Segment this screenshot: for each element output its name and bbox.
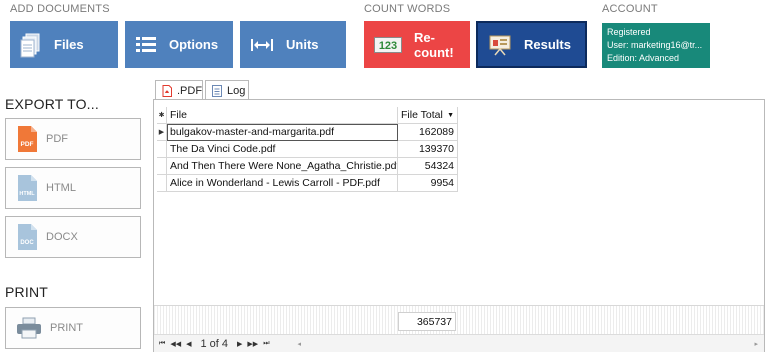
scroll-right-icon[interactable]: ▸ bbox=[754, 340, 758, 348]
row-indicator-header[interactable]: ✱ bbox=[157, 107, 167, 124]
options-button[interactable]: Options bbox=[125, 21, 233, 68]
file-total-cell[interactable]: 9954 bbox=[398, 175, 458, 192]
row-indicator bbox=[157, 158, 167, 175]
svg-text:DOC: DOC bbox=[20, 240, 34, 246]
account-edition: Edition: Advanced bbox=[607, 53, 680, 63]
table-header-row: ✱ File File Total ▼ bbox=[157, 107, 458, 124]
pdf-file-icon: PDF bbox=[16, 125, 38, 153]
results-button-label: Results bbox=[524, 37, 571, 52]
files-button[interactable]: Files bbox=[10, 21, 118, 68]
column-header-file-total[interactable]: File Total ▼ bbox=[398, 107, 458, 124]
document-stack-icon bbox=[20, 32, 42, 58]
svg-text:HTML: HTML bbox=[19, 191, 35, 197]
last-record-icon[interactable]: ⏭ bbox=[263, 340, 269, 348]
presentation-board-icon bbox=[488, 34, 512, 56]
print-button[interactable]: PRINT bbox=[5, 307, 141, 349]
export-docx-label: DOCX bbox=[46, 231, 78, 243]
account-label: ACCOUNT bbox=[602, 3, 658, 15]
tab-pdf[interactable]: .PDF bbox=[155, 80, 203, 100]
file-total-cell[interactable]: 162089 bbox=[398, 124, 458, 141]
results-button[interactable]: Results bbox=[476, 21, 587, 68]
units-button-label: Units bbox=[286, 37, 319, 52]
tab-log[interactable]: Log bbox=[205, 80, 249, 100]
column-header-file[interactable]: File bbox=[167, 107, 398, 124]
previous-page-icon[interactable]: ◀◀ bbox=[170, 340, 181, 348]
tab-log-label: Log bbox=[227, 84, 246, 97]
print-title: PRINT bbox=[5, 284, 48, 300]
options-button-label: Options bbox=[169, 37, 219, 52]
export-title: EXPORT TO... bbox=[5, 96, 99, 112]
svg-text:PDF: PDF bbox=[21, 141, 34, 148]
file-cell[interactable]: Alice in Wonderland - Lewis Carroll - PD… bbox=[167, 175, 398, 192]
printer-icon bbox=[16, 317, 42, 339]
list-options-icon bbox=[135, 36, 157, 54]
table-row[interactable]: Alice in Wonderland - Lewis Carroll - PD… bbox=[157, 175, 458, 192]
svg-text:123: 123 bbox=[379, 40, 397, 52]
file-cell[interactable]: The Da Vinci Code.pdf bbox=[167, 141, 398, 158]
file-cell[interactable]: bulgakov-master-and-margarita.pdf bbox=[167, 124, 398, 141]
first-record-icon[interactable]: ⏮ bbox=[159, 340, 165, 348]
file-total-cell[interactable]: 54324 bbox=[398, 158, 458, 175]
table-row[interactable]: ▶ bulgakov-master-and-margarita.pdf 1620… bbox=[157, 124, 458, 141]
html-file-icon: HTML bbox=[16, 174, 38, 202]
pager-position: 1 of 4 bbox=[200, 337, 229, 350]
counter-123-icon: 123 bbox=[374, 36, 402, 53]
count-words-label: COUNT WORDS bbox=[364, 3, 451, 15]
recount-button-label: Re-count! bbox=[414, 29, 454, 60]
export-docx-button[interactable]: DOC DOCX bbox=[5, 216, 141, 258]
sort-dropdown-icon[interactable]: ▼ bbox=[447, 112, 454, 119]
account-status: Registered bbox=[607, 27, 651, 37]
file-total-cell[interactable]: 139370 bbox=[398, 141, 458, 158]
account-panel[interactable]: Registered User: marketing16@tr... Editi… bbox=[602, 23, 710, 68]
column-header-file-total-label: File Total bbox=[401, 109, 443, 121]
tab-pdf-label: .PDF bbox=[177, 84, 203, 97]
next-record-icon[interactable]: ▶ bbox=[237, 340, 242, 348]
units-button[interactable]: Units bbox=[240, 21, 346, 68]
add-documents-label: ADD DOCUMENTS bbox=[10, 3, 110, 15]
record-navigator: ⏮ ◀◀ ◀ 1 of 4 ▶ ▶▶ ⏭ ◂ ▸ bbox=[154, 334, 764, 352]
row-indicator bbox=[157, 175, 167, 192]
scroll-left-icon[interactable]: ◂ bbox=[298, 340, 302, 348]
log-tab-icon bbox=[212, 84, 222, 97]
grand-total-cell: 365737 bbox=[398, 312, 456, 331]
print-button-label: PRINT bbox=[50, 322, 83, 334]
docx-file-icon: DOC bbox=[16, 223, 38, 251]
current-row-indicator-icon: ▶ bbox=[157, 124, 167, 141]
results-grid-panel: ✱ File File Total ▼ ▶ bulgakov-master-an… bbox=[153, 99, 765, 352]
table-row[interactable]: And Then There Were None_Agatha_Christie… bbox=[157, 158, 458, 175]
recount-button[interactable]: 123 Re-count! bbox=[364, 21, 470, 68]
export-html-button[interactable]: HTML HTML bbox=[5, 167, 141, 209]
files-button-label: Files bbox=[54, 37, 84, 52]
next-page-icon[interactable]: ▶▶ bbox=[247, 340, 258, 348]
ruler-arrows-icon bbox=[250, 37, 274, 53]
export-html-label: HTML bbox=[46, 182, 76, 194]
account-user: User: marketing16@tr... bbox=[607, 40, 703, 50]
table-row[interactable]: The Da Vinci Code.pdf 139370 bbox=[157, 141, 458, 158]
export-pdf-label: PDF bbox=[46, 133, 68, 145]
export-pdf-button[interactable]: PDF PDF bbox=[5, 118, 141, 160]
pdf-tab-icon bbox=[162, 84, 172, 97]
previous-record-icon[interactable]: ◀ bbox=[186, 340, 191, 348]
row-indicator bbox=[157, 141, 167, 158]
file-cell[interactable]: And Then There Were None_Agatha_Christie… bbox=[167, 158, 398, 175]
